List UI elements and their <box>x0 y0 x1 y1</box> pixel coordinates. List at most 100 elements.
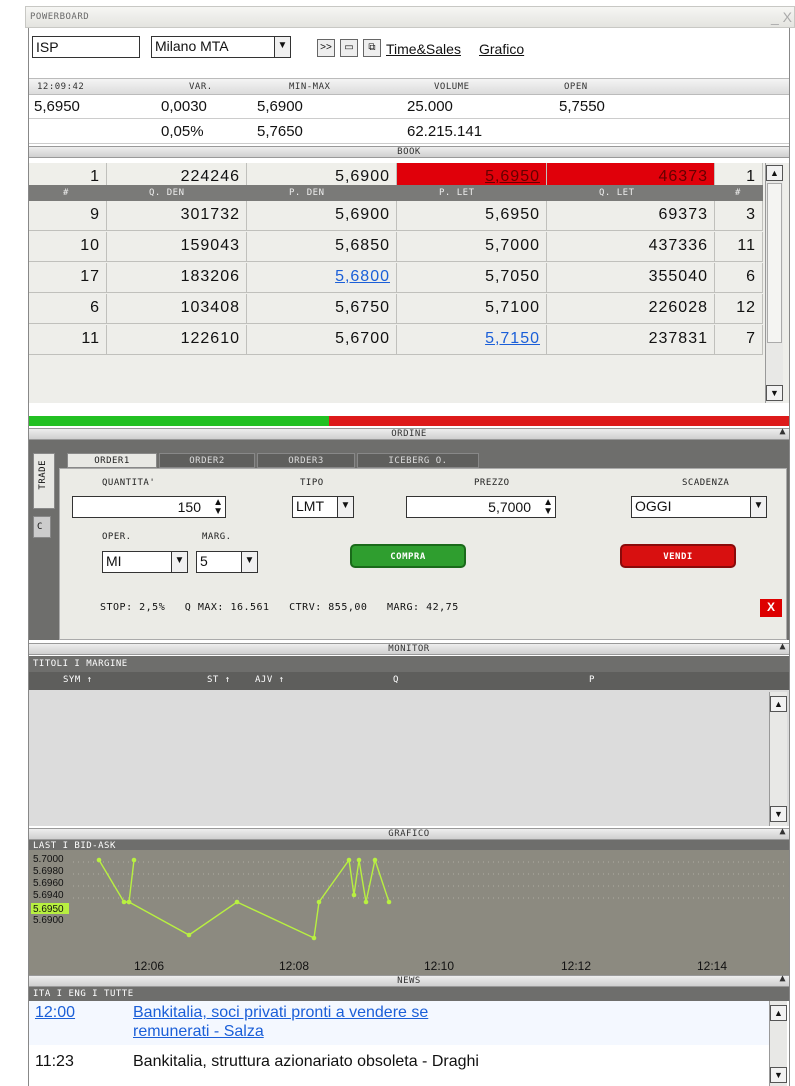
chevron-down-icon[interactable]: ▼ <box>750 497 766 517</box>
news-tabs[interactable]: ITA I ENG I TUTTE <box>29 987 789 1001</box>
news-headline[interactable]: Bankitalia, struttura azionariato obsole… <box>133 1053 479 1071</box>
scroll-up-icon[interactable]: ▲ <box>770 1005 787 1021</box>
tipo-select[interactable]: LMT ▼ <box>292 496 354 518</box>
book-cell: 226028 <box>547 294 715 324</box>
price-point <box>126 899 132 905</box>
buy-button[interactable]: COMPRA <box>350 544 466 568</box>
scroll-thumb[interactable] <box>767 183 782 343</box>
tab-order3[interactable]: ORDER3 <box>257 453 355 468</box>
y-tick-label: 5.6940 <box>33 890 64 901</box>
ordine-section-header: ORDINE ▲ <box>29 426 789 440</box>
sell-button[interactable]: VENDI <box>620 544 736 568</box>
book-section-header: BOOK <box>29 146 789 158</box>
forward-icon[interactable]: >> <box>317 39 335 57</box>
col-sym[interactable]: SYM ↑ <box>63 675 93 685</box>
oper-value: MI <box>106 553 122 569</box>
window-titlebar[interactable]: POWERBOARD _ X <box>25 6 795 28</box>
book-cell: 11 <box>715 232 763 262</box>
ctrv-value: 855,00 <box>328 602 368 613</box>
stepper-icon[interactable]: ▲ ▼ <box>213 498 223 517</box>
side-tab-c[interactable]: C <box>33 516 51 538</box>
scroll-down-icon[interactable]: ▼ <box>770 1067 787 1083</box>
col-st[interactable]: ST ↑ <box>207 675 231 685</box>
scadenza-select[interactable]: OGGI ▼ <box>631 496 767 518</box>
qmax-value: 16.561 <box>230 602 270 613</box>
market-value: Milano MTA <box>155 38 229 54</box>
book-row: 10 159043 5,6850 5,7000 437336 11 <box>29 232 763 262</box>
book-cell: 5,6800 <box>247 263 397 293</box>
col-p[interactable]: P <box>589 675 595 685</box>
minimize-icon[interactable]: ▲ <box>779 426 786 437</box>
scroll-up-icon[interactable]: ▲ <box>766 165 783 181</box>
y-tick-label: 5.6900 <box>33 915 64 926</box>
scroll-down-icon[interactable]: ▼ <box>766 385 783 401</box>
marg-select[interactable]: 5 ▼ <box>196 551 258 573</box>
book-scrollbar[interactable]: ▲ ▼ <box>765 163 783 403</box>
tab-order1[interactable]: ORDER1 <box>67 453 157 468</box>
price-line <box>98 857 390 940</box>
close-icon[interactable]: X <box>760 599 782 617</box>
minimize-icon[interactable]: ▲ <box>779 973 786 984</box>
col-ajv[interactable]: AJV ↑ <box>255 675 285 685</box>
news-scrollbar[interactable]: ▲ ▼ <box>769 1001 787 1086</box>
var-value: 0,0030 <box>161 98 207 115</box>
volume-header: VOLUME <box>434 82 470 92</box>
order-summary: STOP: 2,5% Q MAX: 16.561 CTRV: 855,00 MA… <box>100 602 459 613</box>
x-tick-label: 12:08 <box>279 959 309 973</box>
book-cell: 301732 <box>107 201 247 231</box>
monitor-columns: SYM ↑ ST ↑ AJV ↑ Q P <box>29 672 789 690</box>
scroll-down-icon[interactable]: ▼ <box>770 806 787 822</box>
chevron-down-icon[interactable]: ▼ <box>171 552 187 572</box>
tab-order2[interactable]: ORDER2 <box>159 453 255 468</box>
var-pct: 0,05% <box>161 123 204 140</box>
y-tick-label: 5.6950 <box>33 904 64 915</box>
tab-iceberg[interactable]: ICEBERG O. <box>357 453 479 468</box>
book-row: 6 103408 5,6750 5,7100 226028 12 <box>29 294 763 324</box>
col-header: Q. LET <box>599 188 635 198</box>
news-item[interactable]: 11:23 Bankitalia, struttura azionariato … <box>29 1047 769 1083</box>
monitor-icon[interactable]: ▭ <box>340 39 358 57</box>
trade-side-tab[interactable]: TRADE <box>33 453 55 509</box>
tipo-value: LMT <box>296 498 324 514</box>
chevron-down-icon[interactable]: ▼ <box>337 497 353 517</box>
chevron-down-icon[interactable]: ▼ <box>241 552 257 572</box>
book-cell: 437336 <box>547 232 715 262</box>
minimize-icon[interactable]: ▲ <box>779 641 786 652</box>
price-stepper[interactable]: 5,7000 ▲ ▼ <box>406 496 556 518</box>
market-select[interactable]: Milano MTA ▼ <box>151 36 291 58</box>
monitor-tabs[interactable]: TITOLI I MARGINE <box>29 656 789 672</box>
book-row: 9 301732 5,6900 5,6950 69373 3 <box>29 201 763 231</box>
monitor-panel: TITOLI I MARGINE SYM ↑ ST ↑ AJV ↑ Q P ▲ … <box>29 656 789 826</box>
col-header: # <box>63 188 69 198</box>
price-point <box>131 857 137 863</box>
price-point <box>351 892 357 898</box>
col-q[interactable]: Q <box>393 675 399 685</box>
monitor-scrollbar[interactable]: ▲ ▼ <box>769 692 787 826</box>
oper-select[interactable]: MI ▼ <box>102 551 188 573</box>
book-cell: 7 <box>715 325 763 355</box>
stepper-icon[interactable]: ▲ ▼ <box>543 498 553 517</box>
chevron-down-icon[interactable]: ▼ <box>274 37 290 57</box>
window-icon[interactable]: ⧉ <box>363 39 381 57</box>
marg-sum-value: 42,75 <box>426 602 459 613</box>
book-title: BOOK <box>397 147 421 157</box>
trade-tab-label: TRADE <box>38 460 48 490</box>
scroll-up-icon[interactable]: ▲ <box>770 696 787 712</box>
window-controls[interactable]: _ X <box>771 9 792 25</box>
price-point <box>121 899 127 905</box>
time-sales-link[interactable]: Time&Sales <box>386 41 461 57</box>
symbol-input[interactable]: ISP <box>32 36 140 58</box>
y-tick-label: 5.7000 <box>33 854 64 865</box>
minimize-icon[interactable]: ▲ <box>779 826 786 837</box>
news-item[interactable]: 12:00 Bankitalia, soci privati pronti a … <box>29 1001 769 1045</box>
trade-form: QUANTITA' TIPO PREZZO SCADENZA 150 ▲ ▼ LM… <box>59 468 787 640</box>
book-cell: 355040 <box>547 263 715 293</box>
x-tick-label: 12:10 <box>424 959 454 973</box>
book-cell: 5,7100 <box>397 294 547 324</box>
grafico-link[interactable]: Grafico <box>479 41 524 57</box>
price-point <box>372 857 378 863</box>
quantity-stepper[interactable]: 150 ▲ ▼ <box>72 496 226 518</box>
news-headline-cont[interactable]: remunerati - Salza <box>133 1023 264 1041</box>
news-headline[interactable]: Bankitalia, soci privati pronti a vender… <box>133 1004 428 1022</box>
news-time[interactable]: 12:00 <box>35 1004 75 1022</box>
